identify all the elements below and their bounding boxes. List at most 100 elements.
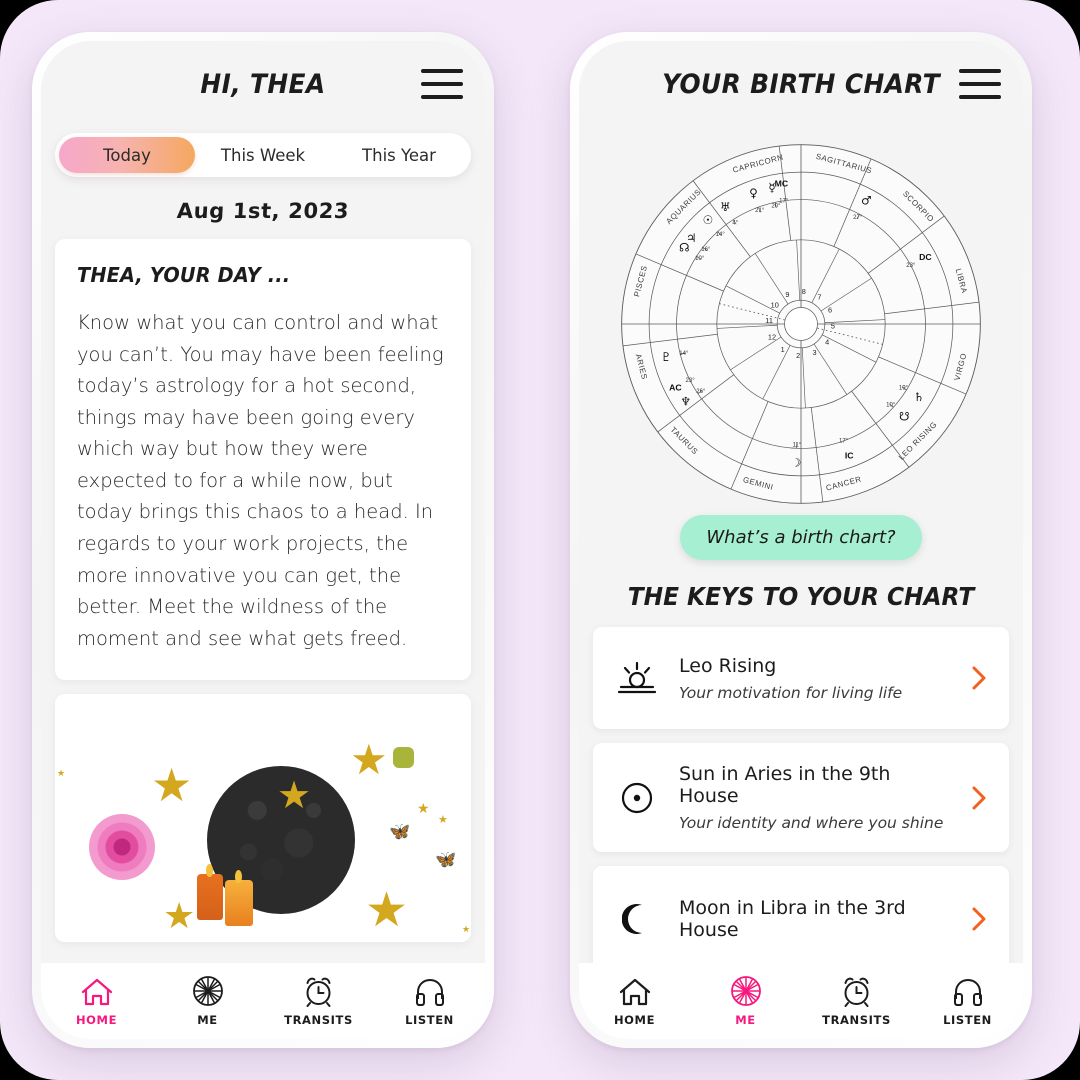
planet-degree-label: 19°: [899, 386, 909, 392]
planet-glyph-venus: ♀: [749, 186, 758, 200]
key-title: Moon in Libra in the 3rd House: [679, 897, 906, 941]
gold-star-9: ★: [462, 925, 471, 936]
alarm-clock-icon: [840, 975, 873, 1007]
nav-label-listen: LISTEN: [405, 1013, 454, 1027]
planet-degree-label: 26°: [696, 389, 706, 395]
phone-birth-chart: YOUR BIRTH CHART ARIES PISCES AQUARIUS CAPR…: [570, 32, 1032, 1048]
birth-chart-help-row: What’s a birth chart?: [579, 515, 1023, 560]
nav-item-home[interactable]: HOME: [54, 975, 140, 1027]
nav-item-me[interactable]: ME: [703, 975, 789, 1027]
nav-label-listen: LISTEN: [943, 1013, 992, 1027]
planet-glyph-saturn: ♄: [914, 390, 925, 404]
key-subtitle: Your identity and where you shine: [679, 814, 944, 832]
planet-glyph-neptune: ♆: [680, 394, 691, 408]
gold-star-8: ★: [57, 769, 66, 780]
planet-glyph-sun: ☉: [703, 213, 714, 227]
nav-item-me[interactable]: ME: [165, 975, 251, 1027]
tab-this-week[interactable]: This Week: [195, 137, 331, 173]
chevron-right-icon[interactable]: [965, 784, 993, 812]
house-number-label: 7: [817, 293, 821, 302]
butterfly-orange-icon: 🦋: [389, 822, 411, 843]
angle-label-ic: IC: [845, 451, 854, 461]
nav-item-transits[interactable]: TRANSITS: [814, 975, 900, 1027]
bottom-nav: HOME ME TRANSITS LISTEN: [41, 963, 485, 1039]
house-number-label: 5: [831, 322, 835, 331]
bottom-nav: HOME ME TRANSITS LISTEN: [579, 963, 1023, 1039]
horoscope-heading: THEA, YOUR DAY ...: [77, 263, 291, 287]
mockup-canvas: HI, THEA Today This Week This Year Aug 1…: [0, 0, 1080, 1080]
candle-flame-right: [235, 870, 242, 884]
tab-today-label: Today: [103, 145, 151, 165]
house-number-label: 4: [825, 337, 829, 346]
house-number-label: 9: [785, 290, 789, 299]
gold-star-4: ★: [163, 896, 196, 938]
key-title: Sun in Aries in the 9th House: [679, 763, 891, 807]
natal-wheel-container[interactable]: ARIES PISCES AQUARIUS CAPRICORN SAGITTARIUS S…: [579, 127, 1023, 509]
tab-today[interactable]: Today: [59, 137, 195, 173]
gold-star-5: ★: [365, 882, 409, 939]
gold-star-2: ★: [277, 773, 312, 818]
keys-heading: THE KEYS TO YOUR CHART: [627, 582, 975, 611]
hamburger-menu-icon[interactable]: [959, 69, 1001, 99]
gold-star-7: ★: [438, 813, 448, 827]
nav-item-listen[interactable]: LISTEN: [925, 975, 1011, 1027]
nav-label-me: ME: [735, 1013, 756, 1027]
planet-glyph-moon: ☽: [791, 455, 802, 469]
tab-this-year-label: This Year: [362, 145, 436, 165]
house-number-label: 10: [771, 301, 779, 310]
nav-item-listen[interactable]: LISTEN: [387, 975, 473, 1027]
planet-glyph-uranus: ♅: [720, 200, 731, 214]
candle-yellow: [225, 880, 253, 927]
headphones-icon: [952, 975, 984, 1007]
nav-item-home[interactable]: HOME: [592, 975, 678, 1027]
chevron-right-icon[interactable]: [965, 664, 993, 692]
chevron-right-icon[interactable]: [965, 905, 993, 933]
planet-glyph-pluto: ♇: [661, 350, 672, 364]
alarm-clock-icon: [302, 975, 335, 1007]
chart-header: YOUR BIRTH CHART: [579, 41, 1023, 127]
birth-chart-screen: YOUR BIRTH CHART ARIES PISCES AQUARIUS CAPR…: [579, 41, 1023, 1039]
phone-home: HI, THEA Today This Week This Year Aug 1…: [32, 32, 494, 1048]
house-number-label: 12: [768, 332, 776, 341]
moon-icon: [609, 902, 665, 936]
hamburger-menu-icon[interactable]: [421, 69, 463, 99]
angle-label-ac: AC: [669, 382, 682, 392]
sun-icon: [609, 778, 665, 818]
sunrise-icon: [609, 660, 665, 696]
nav-label-me: ME: [197, 1013, 218, 1027]
nav-label-transits: TRANSITS: [284, 1013, 353, 1027]
planet-glyph-south-node: ☋: [899, 410, 910, 424]
nav-label-transits: TRANSITS: [822, 1013, 891, 1027]
key-card-text: Leo Rising Your motivation for living li…: [679, 655, 951, 702]
angle-degree-label: 23°: [686, 378, 696, 384]
house-number-label: 3: [812, 348, 816, 357]
planet-degree-label: 10°: [695, 256, 705, 262]
page-title: HI, THEA: [200, 68, 326, 100]
nav-item-transits[interactable]: TRANSITS: [276, 975, 362, 1027]
collage-card[interactable]: ★ ★ ★ ★ ★ ★ ★ ★ ★ 🦋 🦋: [55, 694, 471, 943]
pink-rose-icon: [89, 814, 155, 881]
current-date: Aug 1st, 2023: [176, 199, 350, 223]
angle-degree-label: 17°: [779, 198, 789, 204]
key-card-text: Moon in Libra in the 3rd House: [679, 897, 951, 941]
home-header: HI, THEA: [41, 41, 485, 127]
wheel-icon: [730, 975, 762, 1007]
green-chip-icon: [393, 747, 414, 769]
page-title: YOUR BIRTH CHART: [662, 68, 940, 100]
planet-degree-label: 27°: [853, 215, 863, 221]
key-card-leo-rising[interactable]: Leo Rising Your motivation for living li…: [593, 627, 1009, 729]
headphones-icon: [414, 975, 446, 1007]
tab-this-year[interactable]: This Year: [331, 137, 467, 173]
natal-wheel-chart[interactable]: ARIESPISCESAQUARIUSCAPRICORN SAGITTARIUSS…: [618, 141, 984, 507]
gold-star-3: ★: [350, 735, 388, 785]
house-number-label: 11: [765, 316, 773, 325]
house-number-label: 8: [802, 287, 806, 296]
key-card-sun-aries[interactable]: Sun in Aries in the 9th House Your ident…: [593, 743, 1009, 852]
horoscope-body: Know what you can control and what you c…: [77, 311, 444, 650]
house-number-label: 6: [828, 305, 832, 314]
home-body: Today This Week This Year Aug 1st, 2023 …: [41, 127, 485, 963]
key-card-moon-libra[interactable]: Moon in Libra in the 3rd House: [593, 866, 1009, 963]
house-number-label: 1: [781, 345, 785, 354]
wheel-icon: [192, 975, 224, 1007]
whats-a-birth-chart-button[interactable]: What’s a birth chart?: [680, 515, 922, 560]
